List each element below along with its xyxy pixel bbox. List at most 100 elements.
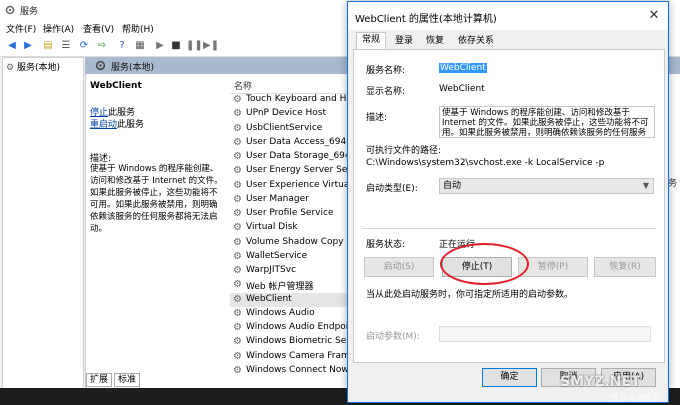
menu-file[interactable]: 文件(F) xyxy=(6,22,36,35)
startup-type-value: 自动 xyxy=(443,181,462,191)
service-row[interactable]: ⚙ User Energy Server Service... xyxy=(230,164,350,178)
forward-icon[interactable]: ▶ xyxy=(22,40,34,52)
export-icon[interactable]: ⇨ xyxy=(96,40,108,52)
service-row[interactable]: ⚙ User Data Storage_69409c1 xyxy=(230,150,350,164)
highlight-circle xyxy=(440,243,529,285)
service-row-label: Windows Biometric Service xyxy=(246,336,350,347)
gear-icon: ⚙ xyxy=(233,122,242,134)
gear-icon: ⚙ xyxy=(233,136,242,148)
service-row-label: UPnP Device Host xyxy=(246,108,326,119)
service-row[interactable]: ⚙ Virtual Disk xyxy=(230,221,350,235)
service-row[interactable]: ⚙ Web 帐户管理器 xyxy=(230,278,350,292)
display-name-label: 显示名称: xyxy=(366,87,406,97)
service-row[interactable]: ⚙ Volume Shadow Copy xyxy=(230,236,350,250)
service-row[interactable]: ⚙ User Experience Virtualizat... xyxy=(230,179,350,193)
list-icon[interactable]: ☰ xyxy=(60,40,72,52)
watermark-sub: 值 什么值得买 xyxy=(610,393,661,402)
gear-icon: ⚙ xyxy=(233,165,242,177)
start-params-input[interactable] xyxy=(439,326,651,342)
startup-type-select[interactable]: 自动 ▼ xyxy=(439,178,654,194)
menu-help[interactable]: 帮助(H) xyxy=(122,22,154,35)
gear-icon: ⚙ xyxy=(233,108,242,120)
ok-button[interactable]: 确定 xyxy=(482,368,537,387)
gear-icon: ⚙ xyxy=(233,336,242,348)
menu-view[interactable]: 查看(V) xyxy=(83,22,114,35)
start-params-hint: 当从此处启动服务时，你可指定所适用的启动参数。 xyxy=(366,290,574,300)
service-row[interactable]: ⚙ UPnP Device Host xyxy=(230,107,350,121)
service-row-label: User Experience Virtualizat... xyxy=(246,179,350,190)
tab-recovery[interactable]: 恢复 xyxy=(421,34,449,49)
dialog-title: WebClient 的属性(本地计算机) xyxy=(355,14,497,25)
gear-icon: ⚙ xyxy=(233,279,242,291)
service-row-label: WarpJITSvc xyxy=(246,265,297,275)
column-label: 名称 xyxy=(234,82,253,92)
service-row[interactable]: ⚙ User Data Access_69409c1 xyxy=(230,136,350,150)
service-row-label: User Data Storage_69409c1 xyxy=(246,151,350,161)
play-icon[interactable]: ▶ xyxy=(154,40,166,52)
startup-type-label: 启动类型(E): xyxy=(366,184,418,194)
window-title: 服务 xyxy=(20,7,39,17)
view-tabs: 扩展 标准 xyxy=(86,373,346,387)
service-row[interactable]: ⚙ Touch Keyboard and Hand... xyxy=(230,93,350,107)
back-icon[interactable]: ◀ xyxy=(6,40,18,52)
tree-item-label: 服务(本地) xyxy=(16,63,60,73)
service-name-value[interactable]: WebClient xyxy=(439,63,487,73)
menu-action[interactable]: 操作(A) xyxy=(43,22,74,35)
service-row-label: Touch Keyboard and Hand... xyxy=(246,94,350,104)
tab-dependencies[interactable]: 依存关系 xyxy=(453,34,499,49)
service-row-label: User Energy Server Service... xyxy=(246,165,350,176)
chevron-down-icon: ▼ xyxy=(642,181,649,190)
help-icon[interactable]: ? xyxy=(116,40,128,52)
service-name-label: 服务名称: xyxy=(366,66,406,76)
gear-icon: ⚙ xyxy=(233,265,242,276)
service-row[interactable]: ⚙ Windows Audio xyxy=(230,307,350,321)
tab-standard[interactable]: 标准 xyxy=(114,373,141,387)
general-tab-panel: 服务名称: WebClient 显示名称: WebClient 描述: 使基于 … xyxy=(353,49,665,363)
gear-icon: ⚙ xyxy=(233,293,242,305)
folder-icon[interactable]: ▤ xyxy=(42,40,54,52)
service-row-label: User Profile Service xyxy=(246,208,334,218)
resume-button[interactable]: 恢复(R) xyxy=(594,257,656,277)
service-row-label: User Data Access_69409c1 xyxy=(246,136,350,147)
service-description-panel: WebClient 停止此服务 重启动此服务 描述: 使基于 Windows 的… xyxy=(86,75,226,385)
gear-icon: ⚙ xyxy=(233,307,242,319)
service-row[interactable]: ⚙ WebClient xyxy=(230,292,350,307)
refresh-icon[interactable]: ⟳ xyxy=(78,40,90,52)
close-icon[interactable]: ✕ xyxy=(646,8,662,24)
start-button[interactable]: 启动(S) xyxy=(364,257,434,277)
service-row[interactable]: ⚙ WarpJITSvc xyxy=(230,264,350,278)
properties-icon[interactable]: ▦ xyxy=(134,40,146,52)
description-box[interactable]: 使基于 Windows 的程序能创建、访问和修改基于 Internet 的文件。… xyxy=(439,106,655,138)
service-row[interactable]: ⚙ WalletService xyxy=(230,250,350,264)
tab-extended[interactable]: 扩展 xyxy=(86,373,113,387)
pause-icon[interactable]: ❚❚ xyxy=(186,40,203,52)
service-row[interactable]: ⚙ Windows Biometric Service xyxy=(230,335,350,349)
pane-title: 服务(本地) xyxy=(111,63,155,73)
restart-icon[interactable]: ▶❚ xyxy=(203,40,219,52)
service-row[interactable]: ⚙ Windows Camera Frame S... xyxy=(230,350,350,364)
service-row-label: Windows Camera Frame S... xyxy=(246,350,350,361)
description-label: 描述: xyxy=(366,113,388,123)
service-row-label: Windows Audio Endpoint B... xyxy=(246,322,350,332)
service-status-label: 服务状态: xyxy=(366,240,406,250)
column-header-name[interactable]: 名称 xyxy=(230,75,350,94)
divider xyxy=(362,228,656,229)
service-row-label: UsbClientService xyxy=(246,122,323,133)
tree-pane: ⚙ 服务(本地) xyxy=(2,57,84,389)
gear-icon xyxy=(5,5,15,15)
gear-icon xyxy=(95,60,106,71)
service-row-label: Virtual Disk xyxy=(246,222,298,233)
service-row[interactable]: ⚙ User Manager xyxy=(230,193,350,207)
restart-link[interactable]: 重启动 xyxy=(90,120,117,130)
tree-item-services-local[interactable]: ⚙ 服务(本地) xyxy=(6,60,60,73)
path-label: 可执行文件的路径: xyxy=(366,146,442,156)
service-row-label: Windows Audio xyxy=(246,307,315,318)
service-row[interactable]: ⚙ UsbClientService xyxy=(230,122,350,136)
service-row-label: Web 帐户管理器 xyxy=(246,282,314,293)
display-name-value[interactable]: WebClient xyxy=(439,84,485,94)
gear-icon: ⚙ xyxy=(233,322,242,333)
service-row[interactable]: ⚙ Windows Audio Endpoint B... xyxy=(230,321,350,335)
service-row[interactable]: ⚙ User Profile Service xyxy=(230,207,350,221)
stop-icon[interactable]: ■ xyxy=(170,40,182,52)
tab-logon[interactable]: 登录 xyxy=(390,34,418,49)
